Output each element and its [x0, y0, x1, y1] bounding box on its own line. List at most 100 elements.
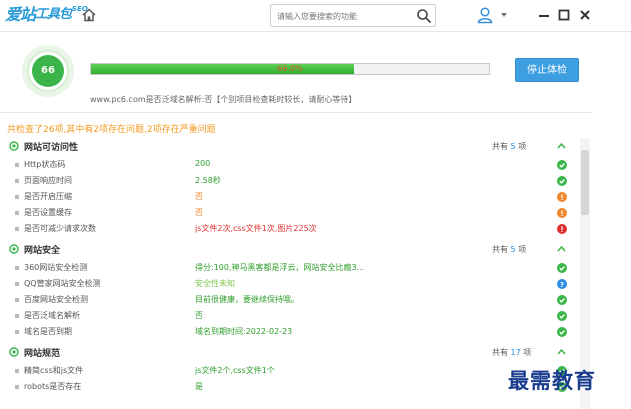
title-bar: 爱站 工具包 SEO — [0, 0, 631, 32]
bullet-icon — [15, 266, 19, 270]
svg-text:?: ? — [560, 281, 564, 289]
result-value: 得分:100,神马黑客都是浮云，网站安全比瘾3... — [195, 263, 365, 272]
check-circle-icon — [557, 327, 567, 337]
result-value: js文件2次,css文件1次,图片225次 — [195, 224, 317, 233]
chevron-up-icon[interactable] — [557, 348, 566, 356]
bullet-icon — [15, 298, 19, 302]
bullet-icon — [15, 163, 19, 167]
result-row[interactable]: Http状态码 200 — [0, 157, 578, 173]
check-header: 66 66.0% www.pc6.com是否泛域名解析:否【个别项目检查耗时较长… — [0, 33, 631, 113]
summary-text: 共检查了26项,其中有2项存在问题,2项存在严重问题 — [7, 125, 216, 135]
user-icon — [477, 7, 493, 24]
result-value: js文件2个,css文件1个 — [195, 366, 275, 375]
result-value: 否 — [195, 208, 203, 217]
section-count: 共有 5 项 — [492, 141, 526, 152]
minimize-icon[interactable] — [537, 8, 551, 22]
result-name: 精简css和js文件 — [24, 366, 84, 375]
result-value: 否 — [195, 311, 203, 320]
section-title: 网站可访问性 — [24, 143, 79, 153]
result-value: 域名到期时间:2022-02-23 — [195, 327, 293, 336]
bullet-icon — [15, 385, 19, 389]
result-row[interactable]: 360网站安全检测 得分:100,神马黑客都是浮云，网站安全比瘾3... — [0, 260, 578, 276]
result-value: 200 — [195, 159, 211, 168]
result-name: 页面响应时间 — [24, 176, 72, 185]
result-row[interactable]: 是否设置缓存 否 — [0, 205, 578, 221]
count-suffix: 项 — [518, 245, 527, 254]
home-icon — [82, 8, 96, 22]
result-row[interactable]: 域名是否到期 域名到期时间:2022-02-23 — [0, 324, 578, 340]
result-name: 是否可减少请求次数 — [24, 224, 96, 233]
section-icon — [9, 347, 19, 357]
result-name: 是否泛域名解析 — [24, 311, 80, 320]
count-value: 5 — [510, 245, 516, 254]
section-title: 网站规范 — [24, 349, 61, 359]
section-header[interactable]: 网站规范 共有 17 项 — [0, 342, 578, 362]
result-row[interactable]: 是否泛域名解析 否 — [0, 308, 578, 324]
section-icon — [9, 244, 19, 254]
maximize-icon[interactable] — [557, 8, 571, 22]
bullet-icon — [15, 282, 19, 286]
result-value: 安全性未知 — [195, 279, 235, 288]
stop-check-button[interactable]: 停止体检 — [515, 58, 579, 82]
close-icon[interactable] — [578, 8, 592, 22]
result-name: QQ管家网站安全检测 — [24, 279, 101, 288]
count-prefix: 共有 — [492, 245, 508, 254]
search-box[interactable] — [270, 4, 436, 27]
question-circle-icon: ? — [557, 279, 567, 289]
bullet-icon — [15, 227, 19, 231]
bullet-icon — [15, 369, 19, 373]
bullet-icon — [15, 195, 19, 199]
progress-bar: 66.0% — [90, 63, 490, 75]
result-name: 是否设置缓存 — [24, 208, 72, 217]
result-value: 否 — [195, 192, 203, 201]
section-count: 共有 5 项 — [492, 244, 526, 255]
scrollbar-thumb[interactable] — [581, 150, 589, 215]
search-icon[interactable] — [416, 8, 432, 24]
check-circle-icon — [557, 176, 567, 186]
status-text: www.pc6.com是否泛域名解析:否【个别项目检查耗时较长，请耐心等待】 — [90, 95, 357, 104]
chevron-down-icon[interactable] — [501, 12, 507, 18]
search-input[interactable] — [277, 9, 413, 23]
result-row[interactable]: 页面响应时间 2.58秒 — [0, 173, 578, 189]
bullet-icon — [15, 179, 19, 183]
section-title: 网站安全 — [24, 246, 61, 256]
result-row[interactable]: 是否可减少请求次数 js文件2次,css文件1次,图片225次 — [0, 221, 578, 237]
result-row[interactable]: 精简css和js文件 js文件2个,css文件1个 — [0, 363, 578, 379]
result-row[interactable]: robots是否存在 是 — [0, 379, 578, 395]
logo-subtext: 工具包 — [35, 7, 72, 22]
count-prefix: 共有 — [492, 142, 508, 151]
bullet-icon — [15, 314, 19, 318]
user-button[interactable] — [475, 5, 495, 25]
section-header[interactable]: 网站可访问性 共有 5 项 — [0, 136, 578, 156]
app-logo: 爱站 工具包 SEO — [5, 4, 88, 26]
section-icon — [9, 141, 19, 151]
score-value: 66 — [32, 55, 64, 87]
chevron-up-icon[interactable] — [557, 142, 566, 150]
divider — [0, 112, 592, 113]
section-header[interactable]: 网站安全 共有 5 项 — [0, 239, 578, 259]
result-name: Http状态码 — [24, 160, 66, 169]
score-ring: 66 — [27, 50, 69, 92]
count-value: 17 — [510, 348, 521, 357]
home-button[interactable] — [80, 6, 98, 24]
check-circle-icon — [557, 295, 567, 305]
warning-circle-icon — [557, 192, 567, 202]
result-name: 域名是否到期 — [24, 327, 72, 336]
score-badge: 66 — [22, 45, 74, 97]
result-list: 网站可访问性 共有 5 项 Http状态码 200 页面响应时间 2.58秒 是否开启压缩否… — [0, 136, 578, 409]
check-circle-icon — [557, 263, 567, 273]
count-value: 5 — [510, 142, 516, 151]
result-row[interactable]: QQ管家网站安全检测 安全性未知? — [0, 276, 578, 292]
result-name: 360网站安全检测 — [24, 263, 88, 272]
bullet-icon — [15, 330, 19, 334]
result-value: 2.58秒 — [195, 176, 221, 185]
result-row[interactable]: 百度网站安全检测 目前很健康，要继续保持哦。 — [0, 292, 578, 308]
chevron-up-icon[interactable] — [557, 245, 566, 253]
result-row[interactable]: 是否开启压缩 否 — [0, 189, 578, 205]
result-name: 百度网站安全检测 — [24, 295, 88, 304]
result-name: 是否开启压缩 — [24, 192, 72, 201]
progress-text: 66.0% — [277, 64, 303, 73]
check-circle-icon — [557, 311, 567, 321]
result-value: 是 — [195, 382, 203, 391]
error-circle-icon — [557, 224, 567, 234]
